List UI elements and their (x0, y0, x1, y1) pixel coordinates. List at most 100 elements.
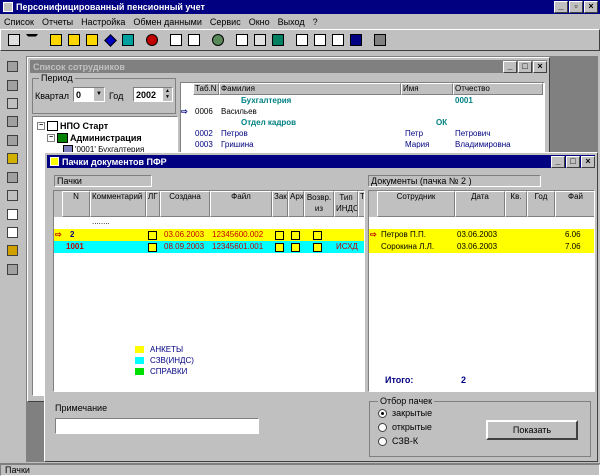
menu-settings[interactable]: Настройка (77, 17, 129, 27)
pack-filter-row[interactable]: ........ (92, 217, 110, 226)
packs-minimize-icon[interactable]: _ (551, 155, 565, 168)
filter-icon[interactable] (23, 31, 41, 49)
delete-icon[interactable] (3, 187, 21, 204)
docs-grid[interactable]: Сотрудник Дата Кв. Год Фай ⇨ Петров П.П. 0… (368, 190, 595, 392)
new-doc-icon[interactable] (3, 132, 21, 149)
menu-help[interactable]: ? (309, 17, 322, 27)
restore-icon[interactable]: ▫ (569, 1, 583, 13)
col-header-t[interactable]: Т (358, 191, 364, 217)
col-header-type[interactable]: Тип ИНДС (334, 191, 358, 217)
show-button[interactable]: Показать (486, 420, 578, 440)
tile-horizontal-icon[interactable] (329, 31, 347, 49)
employee-row[interactable]: 0002 Петров Петр Петрович (181, 129, 544, 140)
table-edit-icon[interactable] (251, 31, 269, 49)
col-header-n[interactable]: N (62, 191, 90, 217)
green-block-icon[interactable] (269, 31, 287, 49)
tree-child[interactable]: − Администрация (47, 133, 142, 143)
col-header-closed[interactable]: Закр. (272, 191, 288, 217)
col-header-employee[interactable]: Сотрудник (377, 191, 455, 217)
radio-icon[interactable] (378, 408, 387, 418)
quarter-dropdown-icon[interactable]: ▼ (94, 88, 104, 101)
calculator-icon[interactable] (5, 31, 23, 49)
form-3-icon[interactable] (83, 31, 101, 49)
filter-option[interactable]: закрытые (378, 408, 432, 418)
exit-icon[interactable] (3, 261, 21, 278)
diamond-icon[interactable] (101, 31, 119, 49)
quarter-select[interactable]: 0 ▼ (73, 87, 105, 102)
year-spinner[interactable]: 2002 ▲ ▼ (133, 87, 173, 102)
pack-lg-checkbox[interactable] (148, 243, 157, 254)
pack-returned-checkbox[interactable] (313, 243, 322, 254)
stamp-icon[interactable] (3, 150, 21, 167)
pack-row[interactable]: 1001 08.09.2003 12345601.001 ИСХД (54, 241, 364, 254)
employee-row[interactable]: 0003 Гришина Мария Владимировна (181, 140, 544, 151)
filter-option[interactable]: СЗВ-К (378, 436, 418, 446)
col-header-year[interactable]: Год (527, 191, 555, 217)
target-icon[interactable] (143, 31, 161, 49)
tile-vertical-icon[interactable] (311, 31, 329, 49)
col-header-name[interactable]: Имя (401, 83, 453, 95)
radio-icon[interactable] (378, 422, 387, 432)
col-header-tab[interactable]: Таб.N (193, 83, 219, 95)
form-1-icon[interactable] (47, 31, 65, 49)
col-header-file[interactable]: Файл (210, 191, 272, 217)
paste-icon[interactable] (3, 76, 21, 93)
col-header-created[interactable]: Создана (160, 191, 210, 217)
col-header-comment[interactable]: Комментарий (90, 191, 146, 217)
copy-icon[interactable] (3, 58, 21, 75)
year-spin-icon[interactable]: ▲ ▼ (163, 88, 172, 101)
pack-row[interactable]: ⇨ 2 03.06.2003 12345600.002 (54, 229, 364, 241)
employees-minimize-icon[interactable]: _ (503, 60, 517, 73)
packs-close-icon[interactable]: × (581, 155, 595, 168)
lock-icon[interactable] (3, 242, 21, 259)
employee-row[interactable]: Отдел кадров ОК (181, 118, 544, 129)
col-header-returned[interactable]: Возвр. из (304, 191, 334, 217)
menu-data-exchange[interactable]: Обмен данными (129, 17, 206, 27)
employee-row[interactable]: Бухгалтерия 0001 (181, 96, 544, 107)
col-header-surname[interactable]: Фамилия (219, 83, 401, 95)
note-edit-icon[interactable] (3, 224, 21, 241)
col-header-doc-file[interactable]: Фай (555, 191, 594, 217)
menu-window[interactable]: Окно (245, 17, 274, 27)
employees-close-icon[interactable]: × (533, 60, 547, 73)
export-icon[interactable] (119, 31, 137, 49)
employee-surname: Бухгалтерия (241, 96, 292, 105)
col-header-patronymic[interactable]: Отчество (453, 83, 543, 95)
col-header-date[interactable]: Дата (455, 191, 505, 217)
bank-icon[interactable] (185, 31, 203, 49)
menu-list[interactable]: Список (0, 17, 38, 27)
radio-icon[interactable] (378, 436, 387, 446)
pencil-icon[interactable] (3, 95, 21, 112)
k-form-icon[interactable] (167, 31, 185, 49)
cascade-icon[interactable] (293, 31, 311, 49)
collapse-icon[interactable]: − (37, 122, 45, 130)
doc-row[interactable]: Сорокина Л.Л. 03.06.2003 7.06 (369, 241, 594, 253)
col-header-arch[interactable]: Арх. (288, 191, 304, 217)
exit-door-icon[interactable] (371, 31, 389, 49)
note-input[interactable] (55, 418, 259, 434)
find-icon[interactable] (3, 113, 21, 130)
packs-maximize-icon[interactable]: □ (566, 155, 580, 168)
form-2-icon[interactable] (65, 31, 83, 49)
minimize-icon[interactable]: _ (554, 1, 568, 13)
employee-row[interactable]: ⇨ 0006 Васильев (181, 107, 544, 118)
pack-closed-checkbox[interactable] (275, 243, 284, 254)
menu-reports[interactable]: Отчеты (38, 17, 77, 27)
col-header-quarter[interactable]: Кв. (505, 191, 527, 217)
col-header-lg[interactable]: ЛГ (146, 191, 160, 217)
tree-root[interactable]: − НПО Старт (37, 121, 108, 131)
pack-arch-checkbox[interactable] (291, 243, 300, 254)
filter-option[interactable]: открытые (378, 422, 432, 432)
window-icon[interactable] (347, 31, 365, 49)
collapse-icon[interactable]: − (47, 134, 55, 142)
edit-icon[interactable] (233, 31, 251, 49)
menu-exit[interactable]: Выход (274, 17, 309, 27)
employees-grid[interactable]: Таб.N Фамилия Имя Отчество Бухгалтерия 00… (180, 82, 545, 154)
menu-service[interactable]: Сервис (206, 17, 245, 27)
doc-row[interactable]: ⇨ Петров П.П. 03.06.2003 6.06 (369, 229, 594, 241)
list-icon[interactable] (3, 169, 21, 186)
people-icon[interactable] (209, 31, 227, 49)
employees-maximize-icon[interactable]: □ (518, 60, 532, 73)
close-icon[interactable]: × (584, 1, 598, 13)
doc-icon[interactable] (3, 205, 21, 222)
